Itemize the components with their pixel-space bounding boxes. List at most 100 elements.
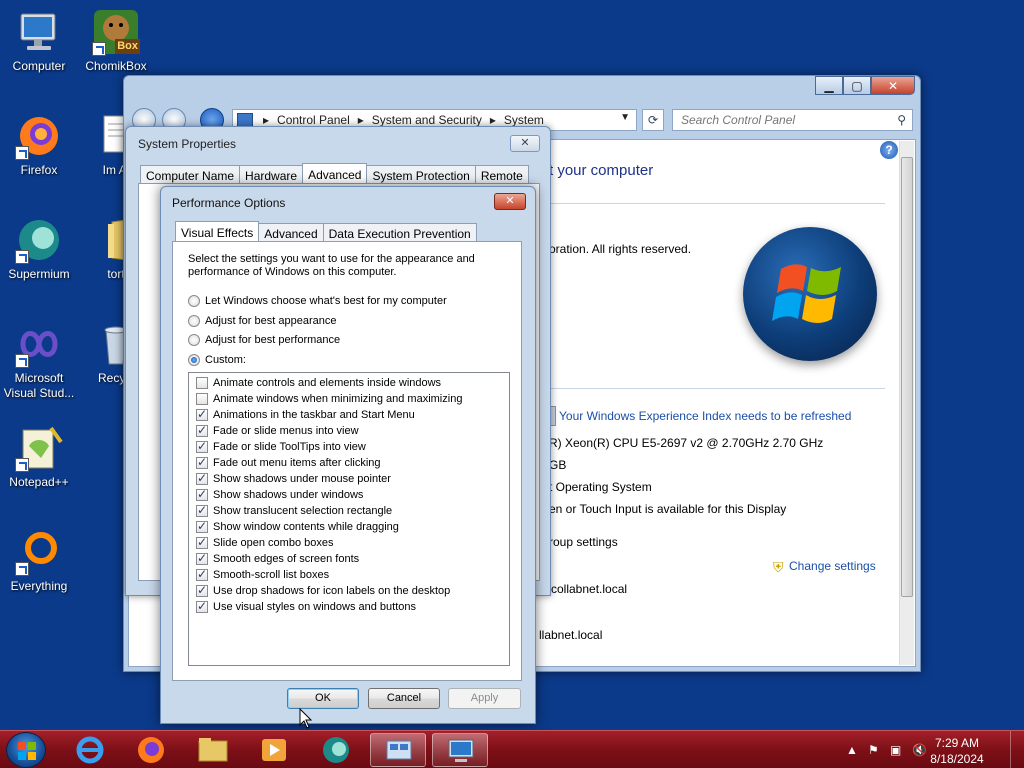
tab-strip: Visual Effects Advanced Data Execution P… <box>175 221 477 243</box>
desktop-icon-notepadpp[interactable]: Notepad++ <box>0 424 78 490</box>
show-desktop-button[interactable] <box>1010 731 1024 768</box>
chevron-down-icon[interactable]: ▼ <box>620 112 630 123</box>
close-button[interactable]: ✕ <box>510 135 540 152</box>
checkbox[interactable] <box>196 519 208 533</box>
wei-link[interactable]: Your Windows Experience Index needs to b… <box>559 409 851 423</box>
list-item[interactable]: Animate controls and elements inside win… <box>189 375 509 391</box>
checkbox[interactable] <box>196 583 208 597</box>
desktop-icon-firefox[interactable]: Firefox <box>0 112 78 178</box>
list-item[interactable]: Fade or slide menus into view <box>189 423 509 439</box>
list-item[interactable]: Fade or slide ToolTips into view <box>189 439 509 455</box>
checkbox[interactable] <box>196 423 208 437</box>
help-icon[interactable]: ? <box>880 141 898 159</box>
list-item[interactable]: Show translucent selection rectangle <box>189 503 509 519</box>
checkbox-label: Smooth-scroll list boxes <box>213 569 330 581</box>
checkbox[interactable] <box>196 599 208 613</box>
tab-advanced[interactable]: Advanced <box>258 223 324 243</box>
refresh-button[interactable]: ⟳ <box>642 109 664 131</box>
list-item[interactable]: Animations in the taskbar and Start Menu <box>189 407 509 423</box>
taskbar-system[interactable] <box>432 733 488 767</box>
desktop-icon-visual-studio[interactable]: Microsoft Visual Stud... <box>0 320 78 401</box>
list-item[interactable]: Slide open combo boxes <box>189 535 509 551</box>
list-item[interactable]: Smooth edges of screen fonts <box>189 551 509 567</box>
clock[interactable]: 7:29 AM 8/18/2024 <box>922 735 992 767</box>
dialog-title: System Properties <box>138 137 237 151</box>
checkbox[interactable] <box>196 455 208 469</box>
list-item[interactable]: Animate windows when minimizing and maxi… <box>189 391 509 407</box>
checkbox[interactable] <box>196 503 208 517</box>
taskbar-file-explorer[interactable] <box>185 733 241 767</box>
show-hidden-icons-icon[interactable]: ▲ <box>846 743 858 757</box>
shortcut-arrow-icon <box>15 146 29 160</box>
desktop-icon-chomikbox[interactable]: Box ChomikBox <box>77 8 155 74</box>
radio-button[interactable] <box>188 354 200 366</box>
desktop-icon-supermium[interactable]: Supermium <box>0 216 78 282</box>
list-item[interactable]: Show window contents while dragging <box>189 519 509 535</box>
close-button[interactable]: ✕ <box>494 193 526 210</box>
checkbox[interactable] <box>196 377 208 389</box>
network-icon[interactable]: ▣ <box>890 743 901 757</box>
scrollbar-thumb[interactable] <box>901 157 913 597</box>
taskbar-performance-options[interactable] <box>370 733 426 767</box>
radio-label: Adjust for best performance <box>205 334 341 346</box>
visual-studio-icon <box>15 320 63 368</box>
taskbar-firefox[interactable] <box>123 733 179 767</box>
action-center-flag-icon[interactable]: ⚑ <box>868 743 879 757</box>
minimize-button[interactable]: ▁ <box>815 76 843 95</box>
radio-button[interactable] <box>188 315 200 327</box>
desktop-icon-everything[interactable]: Everything <box>0 528 78 594</box>
tab-hardware[interactable]: Hardware <box>239 165 304 185</box>
firefox-icon <box>138 737 164 763</box>
tab-computer-name[interactable]: Computer Name <box>140 165 241 185</box>
effects-list[interactable]: Animate controls and elements inside win… <box>188 372 510 666</box>
change-settings-link[interactable]: Change settings <box>789 559 876 573</box>
checkbox[interactable] <box>196 551 208 565</box>
search-placeholder: Search Control Panel <box>681 113 796 127</box>
list-item[interactable]: Smooth-scroll list boxes <box>189 567 509 583</box>
breadcrumb-item[interactable]: System <box>504 113 544 127</box>
checkbox-label: Fade out menu items after clicking <box>213 457 381 469</box>
radio-best-appearance[interactable]: Adjust for best appearance <box>188 315 336 327</box>
breadcrumb-item[interactable]: Control Panel <box>277 113 350 127</box>
list-item[interactable]: Show shadows under mouse pointer <box>189 471 509 487</box>
checkbox[interactable] <box>196 487 208 501</box>
list-item[interactable]: Use drop shadows for icon labels on the … <box>189 583 509 599</box>
performance-options-dialog[interactable]: Performance Options ✕ Visual Effects Adv… <box>160 186 536 724</box>
radio-button[interactable] <box>188 295 200 307</box>
search-input[interactable]: Search Control Panel ⚲ <box>672 109 913 131</box>
tab-data-execution-prevention[interactable]: Data Execution Prevention <box>322 223 477 243</box>
tab-remote[interactable]: Remote <box>474 165 529 185</box>
cancel-button[interactable]: Cancel <box>368 688 440 709</box>
radio-custom[interactable]: Custom: <box>188 354 246 366</box>
close-button[interactable]: ✕ <box>871 76 915 95</box>
taskbar-internet-explorer[interactable] <box>62 733 118 767</box>
checkbox[interactable] <box>196 535 208 549</box>
radio-label: Adjust for best appearance <box>205 315 337 327</box>
taskbar-supermium[interactable] <box>308 733 364 767</box>
radio-best-performance[interactable]: Adjust for best performance <box>188 334 340 346</box>
checkbox[interactable] <box>196 567 208 581</box>
maximize-button[interactable]: ▢ <box>843 76 871 95</box>
checkbox[interactable] <box>196 471 208 485</box>
computer-icon <box>15 8 63 56</box>
list-item[interactable]: Fade out menu items after clicking <box>189 455 509 471</box>
desktop-icon-computer[interactable]: Computer <box>0 8 78 74</box>
radio-button[interactable] <box>188 334 200 346</box>
radio-let-windows-choose[interactable]: Let Windows choose what's best for my co… <box>188 295 447 307</box>
desktop-icon-label: Microsoft Visual Stud... <box>3 371 75 400</box>
ok-button[interactable]: OK <box>287 688 359 709</box>
tab-system-protection[interactable]: System Protection <box>366 165 476 185</box>
checkbox[interactable] <box>196 393 208 405</box>
tab-advanced[interactable]: Advanced <box>302 163 368 185</box>
checkbox[interactable] <box>196 407 208 421</box>
tab-visual-effects[interactable]: Visual Effects <box>175 221 260 243</box>
breadcrumb-item[interactable]: System and Security <box>372 113 482 127</box>
list-item[interactable]: Show shadows under windows <box>189 487 509 503</box>
vertical-scrollbar[interactable] <box>899 141 914 665</box>
list-item[interactable]: Use visual styles on windows and buttons <box>189 599 509 615</box>
pen-touch-value: en or Touch Input is available for this … <box>549 502 787 516</box>
taskbar-media-player[interactable] <box>246 733 302 767</box>
start-button[interactable] <box>6 732 46 768</box>
checkbox[interactable] <box>196 439 208 453</box>
apply-button[interactable]: Apply <box>448 688 521 709</box>
